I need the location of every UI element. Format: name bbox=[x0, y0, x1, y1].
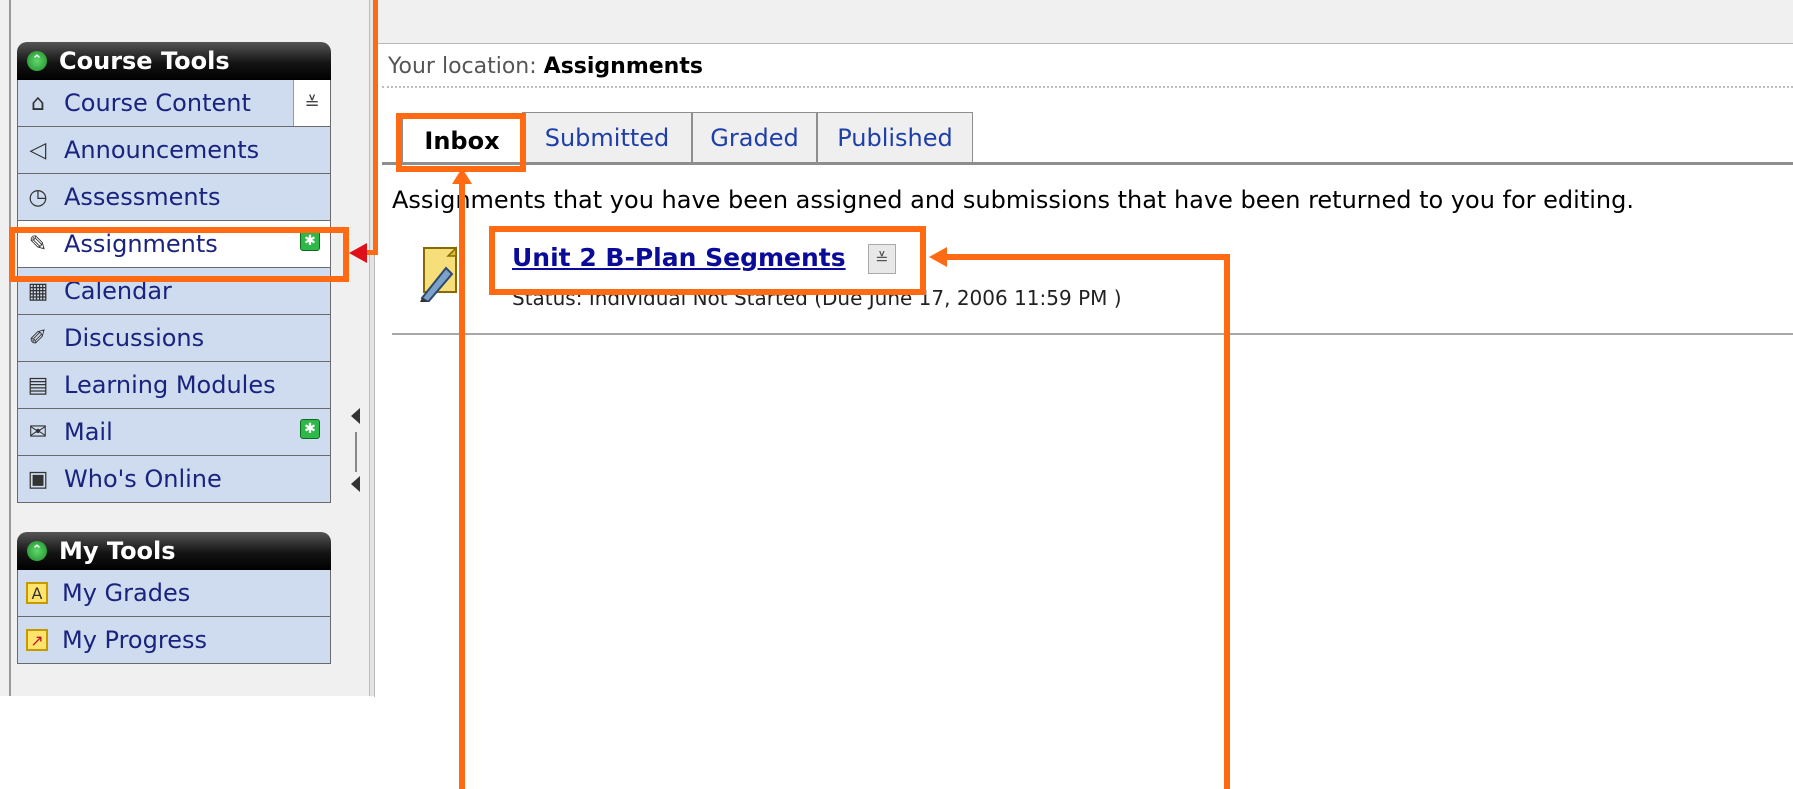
collapse-left-arrow-icon[interactable] bbox=[351, 408, 360, 424]
tab-strip-line bbox=[382, 162, 1793, 165]
document-icon: ▤ bbox=[27, 372, 49, 398]
sidebar-item-announcements[interactable]: ◁ Announcements bbox=[17, 127, 331, 174]
sidebar-item-course-content[interactable]: ⌂ Course Content ≚ bbox=[17, 80, 331, 127]
megaphone-icon: ◁ bbox=[29, 137, 47, 163]
collapse-left-arrow-icon-2[interactable] bbox=[351, 476, 360, 492]
tab-graded[interactable]: Graded bbox=[692, 112, 817, 162]
annotation-line-inbox bbox=[459, 184, 465, 789]
sidebar-item-whos-online[interactable]: ▣ Who's Online bbox=[17, 456, 331, 503]
calendar-icon: ▦ bbox=[27, 278, 49, 304]
stopwatch-icon: ◷ bbox=[28, 184, 48, 210]
breadcrumb-divider bbox=[382, 86, 1793, 88]
tab-label: Published bbox=[837, 123, 953, 152]
annotation-box-inbox bbox=[396, 113, 526, 172]
sidebar-item-mail[interactable]: ✉ Mail ✱ bbox=[17, 409, 331, 456]
sidebar-item-label: Course Content bbox=[64, 89, 251, 117]
home-icon: ⌂ bbox=[31, 90, 45, 116]
sidebar-item-label: Learning Modules bbox=[64, 371, 276, 399]
sidebar-item-label: Mail bbox=[64, 418, 113, 446]
annotation-arrowhead-assignments bbox=[349, 243, 367, 263]
inbox-description: Assignments that you have been assigned … bbox=[392, 186, 1634, 214]
top-band bbox=[374, 0, 1793, 43]
tab-published[interactable]: Published bbox=[817, 112, 973, 162]
my-tools-header[interactable]: ⌃ My Tools bbox=[17, 532, 331, 570]
splitter-grip[interactable] bbox=[355, 432, 357, 472]
pushpin-icon: ✐ bbox=[28, 325, 48, 351]
sidebar-item-label: Assessments bbox=[64, 183, 221, 211]
sidebar-item-learning-modules[interactable]: ▤ Learning Modules bbox=[17, 362, 331, 409]
chevron-down-icon[interactable]: ≚ bbox=[293, 80, 330, 126]
annotation-box-assignments bbox=[9, 227, 349, 282]
tab-label: Submitted bbox=[544, 123, 670, 152]
envelope-icon: ✉ bbox=[28, 419, 48, 445]
breadcrumb: Your location: Assignments bbox=[388, 54, 703, 79]
course-tools-title: Course Tools bbox=[59, 47, 230, 75]
left-frame-border bbox=[9, 0, 11, 696]
course-tools-header[interactable]: ⌃ Course Tools bbox=[17, 42, 331, 80]
sidebar-item-label: Announcements bbox=[64, 136, 260, 164]
assignment-icon bbox=[418, 246, 462, 304]
my-tools-title: My Tools bbox=[59, 537, 176, 565]
sidebar-item-assessments[interactable]: ◷ Assessments bbox=[17, 174, 331, 221]
sidebar-item-label: My Progress bbox=[62, 626, 207, 654]
annotation-arrowhead-inbox bbox=[452, 168, 472, 184]
annotation-box-assignment-link bbox=[489, 226, 926, 295]
annotation-line-assignment-vertical bbox=[1224, 254, 1230, 789]
tab-submitted[interactable]: Submitted bbox=[522, 112, 692, 162]
sidebar-item-my-grades[interactable]: A My Grades bbox=[17, 570, 331, 617]
sidebar-item-label: My Grades bbox=[62, 579, 191, 607]
collapse-up-icon[interactable]: ⌃ bbox=[27, 51, 47, 71]
sidebar-item-discussions[interactable]: ✐ Discussions bbox=[17, 315, 331, 362]
progress-chart-icon: ↗ bbox=[26, 629, 48, 651]
sidebar-item-my-progress[interactable]: ↗ My Progress bbox=[17, 617, 331, 664]
tab-label: Graded bbox=[710, 123, 799, 152]
person-card-icon: ▣ bbox=[27, 466, 49, 492]
my-tools-panel: ⌃ My Tools A My Grades ↗ My Progress bbox=[17, 532, 331, 664]
breadcrumb-prefix: Your location: bbox=[388, 54, 537, 79]
sidebar-item-label: Discussions bbox=[64, 324, 205, 352]
collapse-up-icon[interactable]: ⌃ bbox=[27, 541, 47, 561]
annotation-line-top bbox=[373, 0, 378, 254]
assignment-row-divider bbox=[392, 333, 1793, 335]
annotation-arrowhead-assignment-link bbox=[929, 247, 947, 267]
new-item-icon: ✱ bbox=[300, 419, 320, 439]
breadcrumb-current: Assignments bbox=[543, 54, 703, 79]
annotation-line-assignment-horizontal bbox=[945, 254, 1229, 260]
grade-a-icon: A bbox=[26, 582, 48, 604]
sidebar-item-label: Who's Online bbox=[64, 465, 222, 493]
annotation-line-top-elbow bbox=[366, 250, 378, 255]
